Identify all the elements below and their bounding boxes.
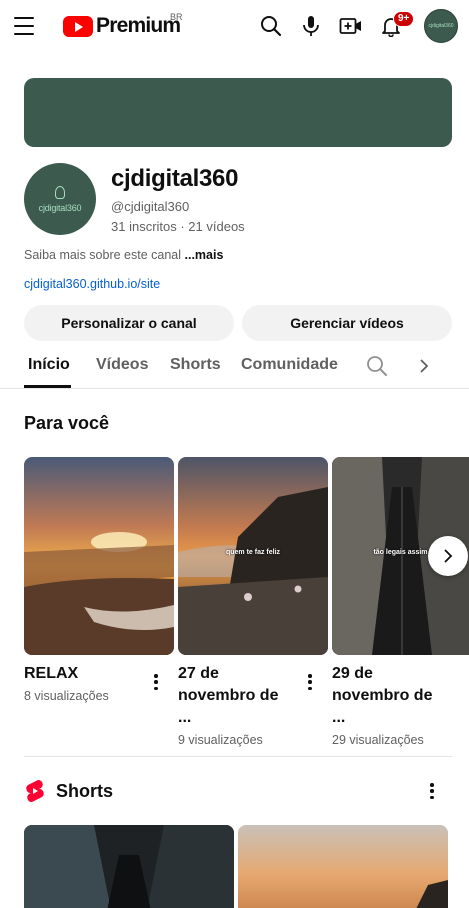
short-thumbnail[interactable] (24, 825, 234, 908)
notification-count-badge: 9+ (393, 11, 415, 27)
video-title[interactable]: 27 de novembro de ... (178, 663, 296, 729)
channel-banner (24, 78, 452, 147)
tab-community[interactable]: Comunidade (241, 356, 338, 374)
channel-stats: 31 inscritos · 21 vídeos (111, 219, 245, 234)
account-avatar-text: cjdigital360 (428, 23, 454, 29)
video-title[interactable]: RELAX (24, 663, 142, 685)
lightbulb-icon (55, 185, 65, 199)
video-views: 9 visualizações (178, 733, 263, 747)
youtube-premium-logo[interactable]: Premium BR (63, 12, 183, 38)
account-avatar[interactable]: cjdigital360 (424, 9, 458, 43)
carousel-next-button[interactable] (428, 536, 468, 576)
active-tab-indicator (24, 385, 71, 388)
customize-channel-button[interactable]: Personalizar o canal (24, 305, 234, 341)
tab-home[interactable]: Início (28, 356, 70, 374)
video-card[interactable]: tão legais assim 29 de novembro de ... 2… (332, 457, 469, 747)
channel-avatar-text: cjdigital360 (38, 202, 82, 213)
shorts-heading: Shorts (56, 781, 114, 801)
video-card[interactable]: RELAX 8 visualizações (24, 457, 174, 703)
video-thumbnail[interactable]: quem te faz feliz (178, 457, 328, 655)
channel-handle: @cjdigital360 (111, 199, 190, 214)
for-you-heading: Para você (24, 413, 110, 433)
video-card[interactable]: quem te faz feliz 27 de novembro de ... … (178, 457, 328, 747)
more-options-icon[interactable] (148, 672, 164, 692)
channel-about[interactable]: Saiba mais sobre este canal ...mais (24, 248, 223, 262)
create-video-icon[interactable] (338, 13, 364, 39)
youtube-play-icon (63, 15, 93, 37)
logo-country-code: BR (170, 12, 183, 22)
video-caption: quem te faz feliz (225, 549, 281, 556)
channel-search-icon[interactable] (366, 355, 388, 382)
section-divider (24, 756, 452, 757)
tab-videos[interactable]: Vídeos (96, 356, 148, 374)
video-views: 29 visualizações (332, 733, 424, 747)
manage-videos-button[interactable]: Gerenciar vídeos (242, 305, 452, 341)
short-thumbnail[interactable] (238, 825, 448, 908)
tab-shorts[interactable]: Shorts (170, 356, 221, 374)
more-options-icon[interactable] (424, 781, 440, 801)
more-options-icon[interactable] (302, 672, 318, 692)
logo-brand-text: Premium (96, 14, 181, 37)
chevron-right-icon[interactable] (418, 356, 430, 381)
video-title[interactable]: 29 de novembro de ... (332, 663, 450, 729)
channel-about-text: Saiba mais sobre este canal (24, 248, 185, 262)
microphone-icon[interactable] (298, 13, 324, 39)
channel-external-link[interactable]: cjdigital360.github.io/site (24, 277, 160, 291)
search-icon[interactable] (258, 13, 284, 39)
menu-icon[interactable] (12, 14, 36, 38)
chevron-right-icon (444, 549, 453, 563)
top-app-bar: Premium BR 9+ cjdigital360 (0, 0, 469, 52)
channel-tabs: Início Vídeos Shorts Comunidade (0, 345, 469, 389)
channel-avatar[interactable]: cjdigital360 (24, 163, 96, 235)
shorts-icon (24, 778, 46, 804)
more-link[interactable]: ...mais (185, 248, 224, 262)
channel-name: cjdigital360 (111, 165, 239, 192)
video-thumbnail[interactable] (24, 457, 174, 655)
